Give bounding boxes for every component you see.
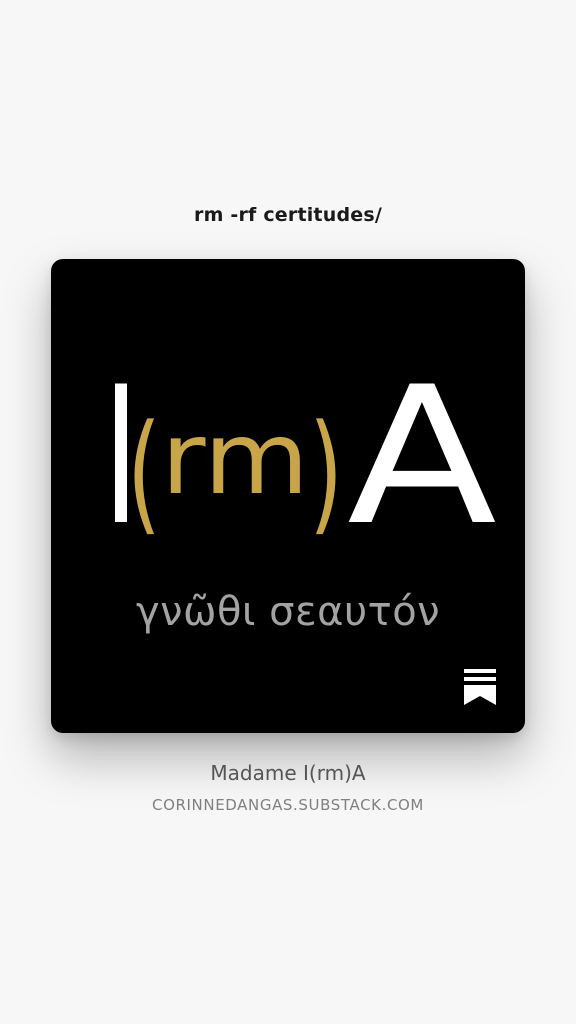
- logo-letter-a: A: [347, 347, 497, 547]
- substack-bookmark-icon: [464, 669, 496, 705]
- post-title: rm -rf certitudes/: [194, 204, 382, 226]
- logo-close-paren: ): [309, 396, 343, 547]
- publication-logo: I ( rm ) A: [51, 347, 525, 547]
- publication-cover[interactable]: I ( rm ) A γνῶθι σεαυτόν: [51, 259, 525, 733]
- cover-motto: γνῶθι σεαυτόν: [135, 589, 441, 635]
- publication-url[interactable]: CORINNEDANGAS.SUBSTACK.COM: [0, 796, 576, 814]
- logo-rm: rm: [161, 400, 309, 517]
- logo-open-paren: (: [127, 396, 161, 547]
- publication-name[interactable]: Madame I(rm)A: [0, 761, 576, 785]
